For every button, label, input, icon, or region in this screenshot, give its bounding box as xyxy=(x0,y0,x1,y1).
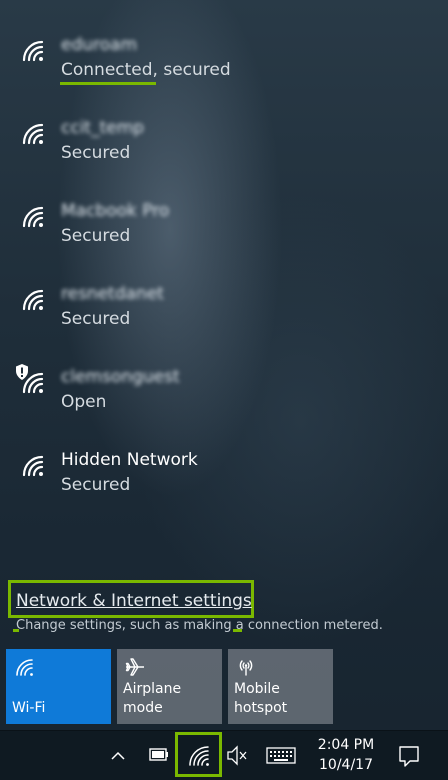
network-name: eduroam xyxy=(61,35,138,55)
wifi-icon xyxy=(16,659,33,676)
network-item-hidden[interactable]: Hidden Network Secured xyxy=(0,450,448,533)
wifi-signal-icon xyxy=(22,455,44,477)
highlight-mark xyxy=(233,629,242,632)
network-status: Open xyxy=(61,392,107,412)
network-item-clemsonguest[interactable]: clemsonguest Open xyxy=(0,364,448,450)
network-item-ccit-temp[interactable]: ccit_temp Secured xyxy=(0,118,448,201)
tile-label: Airplane mode xyxy=(123,681,182,716)
highlight-mark xyxy=(13,629,19,632)
network-status: Secured xyxy=(61,309,131,329)
airplane-icon xyxy=(125,658,144,676)
touch-keyboard-icon[interactable] xyxy=(266,731,296,780)
battery-icon[interactable] xyxy=(148,731,170,780)
tile-label: Mobile hotspot xyxy=(234,681,288,716)
network-status: Secured xyxy=(61,475,131,495)
network-name: Hidden Network xyxy=(61,450,198,470)
network-item-resnet[interactable]: resnetdanet Secured xyxy=(0,284,448,367)
volume-muted-icon[interactable] xyxy=(226,731,248,780)
wifi-signal-icon xyxy=(22,289,44,311)
action-center-icon[interactable] xyxy=(398,731,420,780)
clock-date: 10/4/17 xyxy=(319,757,373,773)
mobile-hotspot-quick-action-tile[interactable]: Mobile hotspot xyxy=(228,649,333,724)
network-status: Connected, secured xyxy=(61,60,231,80)
network-item-macbook-pro[interactable]: Macbook Pro Secured xyxy=(0,201,448,284)
network-name: Macbook Pro xyxy=(61,201,170,221)
hotspot-icon xyxy=(239,660,253,676)
tile-label: Wi-Fi xyxy=(12,700,46,716)
network-name: resnetdanet xyxy=(61,284,164,304)
taskbar-clock[interactable]: 2:04 PM 10/4/17 xyxy=(306,735,386,775)
network-name: clemsonguest xyxy=(61,367,180,387)
wifi-signal-icon xyxy=(22,123,44,145)
wifi-quick-action-tile[interactable]: Wi-Fi xyxy=(6,649,111,724)
network-settings-link[interactable]: Network & Internet settings xyxy=(16,590,252,612)
network-status: Secured xyxy=(61,226,131,246)
show-hidden-icons-chevron-icon[interactable] xyxy=(108,731,128,780)
network-name: ccit_temp xyxy=(61,118,145,138)
wifi-signal-icon xyxy=(22,40,44,62)
network-item-eduroam[interactable]: eduroam Connected, secured xyxy=(0,35,448,118)
clock-time: 2:04 PM xyxy=(317,737,375,753)
network-status: Secured xyxy=(61,143,131,163)
highlight-underline xyxy=(60,82,156,85)
wifi-tray-highlight-box xyxy=(175,732,222,777)
airplane-mode-quick-action-tile[interactable]: Airplane mode xyxy=(117,649,222,724)
unsecured-shield-icon xyxy=(16,364,28,380)
network-settings-description: Change settings, such as making a connec… xyxy=(16,618,383,633)
wifi-signal-icon xyxy=(22,206,44,228)
network-flyout: eduroam Connected, secured ccit_temp Sec… xyxy=(0,0,448,730)
